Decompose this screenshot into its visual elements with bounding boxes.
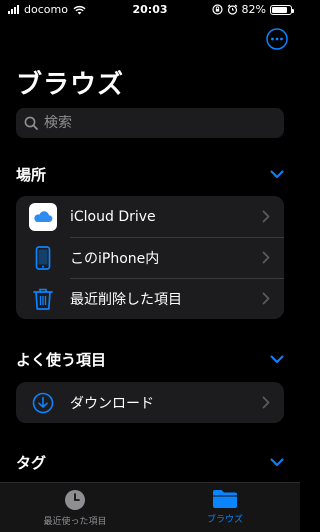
status-right: 82% xyxy=(211,3,294,16)
clock-icon xyxy=(65,490,85,510)
section-label-locations: 場所 xyxy=(16,165,47,184)
folder-icon xyxy=(213,490,237,508)
list-item-recently-deleted[interactable]: 最近削除した項目 xyxy=(16,278,284,319)
status-bar: docomo 20:03 82% xyxy=(0,0,300,20)
download-circle-icon xyxy=(28,388,58,418)
section-header-favorites[interactable]: よく使う項目 xyxy=(16,347,284,371)
section-label-favorites: よく使う項目 xyxy=(16,350,107,369)
tab-recents[interactable]: 最近使った項目 xyxy=(0,489,150,527)
tab-label: ブラウズ xyxy=(206,515,243,525)
list-item-label: iCloud Drive xyxy=(70,208,156,225)
chevron-down-icon[interactable] xyxy=(270,458,284,467)
chevron-down-icon[interactable] xyxy=(270,170,284,179)
chevron-right-icon xyxy=(262,251,270,264)
alarm-icon xyxy=(227,4,237,15)
chevron-right-icon xyxy=(262,396,270,409)
list-item-on-my-iphone[interactable]: このiPhone内 xyxy=(16,237,284,278)
tab-browse[interactable]: ブラウズ xyxy=(150,489,300,525)
section-header-locations[interactable]: 場所 xyxy=(16,162,284,186)
page-title: ブラウズ xyxy=(16,70,125,100)
favorites-list: ダウンロード xyxy=(16,382,284,423)
list-item-label: ダウンロード xyxy=(70,395,154,412)
list-item-downloads[interactable]: ダウンロード xyxy=(16,382,284,423)
list-item-label: このiPhone内 xyxy=(70,250,160,267)
more-options-button[interactable] xyxy=(266,28,288,50)
search-bar[interactable] xyxy=(16,108,284,138)
chevron-down-icon[interactable] xyxy=(270,355,284,364)
trash-icon xyxy=(28,284,58,314)
list-item-label: 最近削除した項目 xyxy=(70,291,182,308)
battery-percent: 82% xyxy=(241,3,266,16)
tab-bar: 最近使った項目 ブラウズ xyxy=(0,482,300,532)
chevron-right-icon xyxy=(262,292,270,305)
battery-fill xyxy=(272,6,287,13)
icloud-icon xyxy=(28,202,58,232)
section-header-tags[interactable]: タグ xyxy=(16,450,284,474)
search-icon xyxy=(24,116,38,130)
search-input[interactable] xyxy=(44,115,274,131)
list-item-icloud-drive[interactable]: iCloud Drive xyxy=(16,196,284,237)
section-label-tags: タグ xyxy=(16,453,47,472)
orientation-lock-icon xyxy=(211,4,223,15)
tab-label: 最近使った項目 xyxy=(43,517,107,527)
battery-icon xyxy=(270,4,294,15)
iphone-icon xyxy=(28,243,58,273)
locations-list: iCloud Drive このiPhone内 最近削除した項目 xyxy=(16,196,284,319)
chevron-right-icon xyxy=(262,210,270,223)
ellipsis-circle-icon xyxy=(266,28,288,50)
